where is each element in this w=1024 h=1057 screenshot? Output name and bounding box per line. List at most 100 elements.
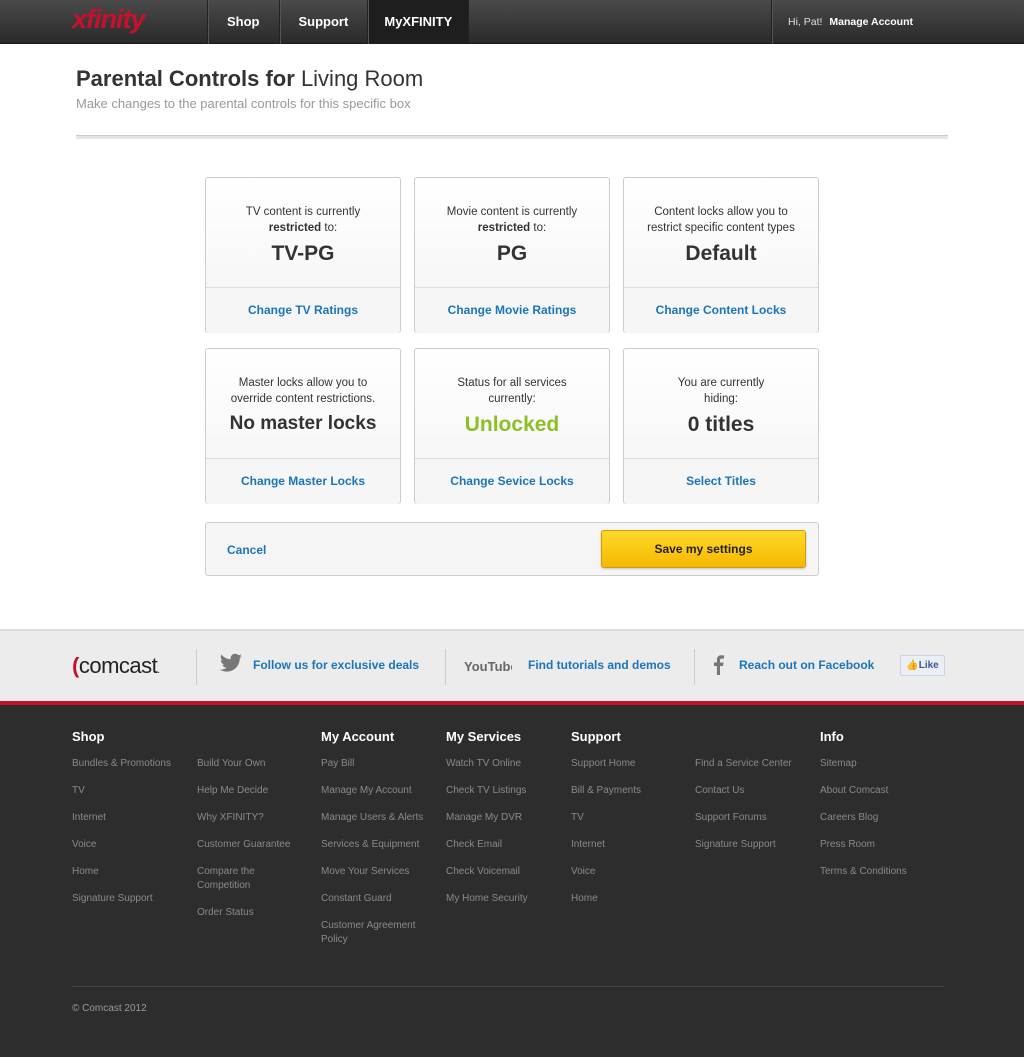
twitter-link[interactable]: Follow us for exclusive deals bbox=[253, 658, 419, 672]
save-settings-button[interactable]: Save my settings bbox=[601, 530, 806, 568]
footer-link[interactable]: Terms & Conditions bbox=[820, 865, 930, 879]
tv-rating-card: TV content is currently restricted to: TV… bbox=[205, 177, 401, 333]
footer-link[interactable]: Bundles & Promotions bbox=[72, 757, 182, 771]
footer-col-info: Info Sitemap About Comcast Careers Blog … bbox=[820, 729, 930, 892]
footer-link[interactable]: Support Forums bbox=[695, 811, 805, 825]
nav-myxfinity[interactable]: MyXFINITY bbox=[367, 0, 470, 44]
account-area: Hi, Pat! Manage Account bbox=[771, 0, 913, 44]
footer-link[interactable]: Signature Support bbox=[695, 838, 805, 852]
social-bar: (comcast. Follow us for exclusive deals … bbox=[0, 629, 1024, 701]
footer-link[interactable]: Press Room bbox=[820, 838, 930, 852]
footer-link[interactable]: Internet bbox=[571, 838, 681, 852]
footer-link[interactable]: Internet bbox=[72, 811, 182, 825]
facebook-icon[interactable] bbox=[712, 655, 724, 680]
footer-link[interactable]: Services & Equipment bbox=[321, 838, 431, 852]
footer-link[interactable]: Home bbox=[72, 865, 182, 879]
movie-rating-card: Movie content is currently restricted to:… bbox=[414, 177, 610, 333]
footer-link[interactable]: Check Voicemail bbox=[446, 865, 556, 879]
change-tv-ratings-link[interactable]: Change TV Ratings bbox=[206, 288, 400, 333]
master-locks-card: Master locks allow you to override conte… bbox=[205, 348, 401, 504]
footer-link[interactable]: Bill & Payments bbox=[571, 784, 681, 798]
footer-link[interactable]: About Comcast bbox=[820, 784, 930, 798]
footer-link[interactable]: Help Me Decide bbox=[197, 784, 307, 798]
footer-link[interactable]: Constant Guard bbox=[321, 892, 431, 906]
xfinity-logo[interactable]: xfinity bbox=[72, 4, 146, 35]
footer-col-support-2: Find a Service Center Contact Us Support… bbox=[695, 757, 805, 865]
facebook-link[interactable]: Reach out on Facebook bbox=[739, 658, 874, 672]
page-header: Parental Controls for Living Room Make c… bbox=[76, 66, 423, 111]
footer-link[interactable]: Customer Guarantee bbox=[197, 838, 307, 852]
footer-link[interactable]: Order Status bbox=[197, 906, 307, 920]
comcast-logo[interactable]: (comcast. bbox=[72, 653, 160, 679]
footer-link[interactable]: Pay Bill bbox=[321, 757, 431, 771]
footer-link[interactable]: TV bbox=[571, 811, 681, 825]
divider bbox=[445, 649, 446, 685]
footer-link[interactable]: Home bbox=[571, 892, 681, 906]
nav-menu: Shop Support MyXFINITY bbox=[207, 0, 470, 44]
footer-col-support: Support Support Home Bill & Payments TV … bbox=[571, 729, 681, 919]
footer-link[interactable]: Find a Service Center bbox=[695, 757, 805, 771]
change-master-locks-link[interactable]: Change Master Locks bbox=[206, 459, 400, 504]
master-locks-value: No master locks bbox=[229, 413, 377, 434]
footer-link[interactable]: Check Email bbox=[446, 838, 556, 852]
card-description: Movie content is currently restricted to: bbox=[446, 206, 578, 234]
nav-shop[interactable]: Shop bbox=[207, 0, 279, 44]
footer-link[interactable]: Manage Users & Alerts bbox=[321, 811, 431, 825]
youtube-link[interactable]: Find tutorials and demos bbox=[528, 658, 671, 672]
youtube-icon[interactable]: YouTube bbox=[464, 657, 518, 680]
footer-col-shop: Shop Bundles & Promotions TV Internet Vo… bbox=[72, 729, 182, 919]
footer-link[interactable]: Voice bbox=[72, 838, 182, 852]
divider bbox=[76, 135, 948, 139]
footer-link[interactable]: Voice bbox=[571, 865, 681, 879]
page-title-bold: Parental Controls for bbox=[76, 66, 295, 91]
footer-col-shop-2: Build Your Own Help Me Decide Why XFINIT… bbox=[197, 757, 307, 933]
footer-link[interactable]: Why XFINITY? bbox=[197, 811, 307, 825]
copyright: © Comcast 2012 bbox=[72, 1003, 147, 1014]
box-name: Living Room bbox=[300, 66, 424, 91]
footer-heading: My Services bbox=[446, 729, 522, 744]
card-description: Master locks allow you to override conte… bbox=[230, 377, 376, 405]
footer-heading: Support bbox=[571, 729, 621, 744]
footer-col-account: My Account Pay Bill Manage My Account Ma… bbox=[321, 729, 431, 960]
footer-link[interactable]: Customer Agreement Policy bbox=[321, 919, 421, 946]
footer-link[interactable]: Watch TV Online bbox=[446, 757, 556, 771]
movie-rating-value: PG bbox=[496, 242, 528, 265]
footer-link[interactable]: Compare the Competition bbox=[197, 865, 277, 892]
footer-link[interactable]: My Home Security bbox=[446, 892, 556, 906]
nav-support[interactable]: Support bbox=[278, 0, 368, 44]
content-locks-value: Default bbox=[685, 242, 757, 265]
tv-rating-value: TV-PG bbox=[271, 242, 335, 265]
footer-link[interactable]: Signature Support bbox=[72, 892, 182, 906]
change-movie-ratings-link[interactable]: Change Movie Ratings bbox=[415, 288, 609, 333]
thumbs-up-icon: 👍 bbox=[906, 660, 919, 671]
comcast-logo-mark: ( bbox=[72, 653, 79, 678]
facebook-like-button[interactable]: 👍Like bbox=[900, 655, 945, 676]
change-content-locks-link[interactable]: Change Content Locks bbox=[624, 288, 818, 333]
footer-link[interactable]: TV bbox=[72, 784, 182, 798]
manage-account-link[interactable]: Manage Account bbox=[829, 16, 913, 28]
divider bbox=[196, 649, 197, 685]
footer-col-services: My Services Watch TV Online Check TV Lis… bbox=[446, 729, 556, 919]
top-nav: xfinity Shop Support MyXFINITY Hi, Pat! … bbox=[0, 0, 1024, 44]
cancel-button[interactable]: Cancel bbox=[227, 543, 266, 557]
footer-link[interactable]: Move Your Services bbox=[321, 865, 431, 879]
footer-link[interactable]: Sitemap bbox=[820, 757, 930, 771]
footer-link[interactable]: Manage My Account bbox=[321, 784, 431, 798]
footer-heading: Info bbox=[820, 729, 844, 744]
footer-link[interactable]: Manage My DVR bbox=[446, 811, 556, 825]
hidden-titles-card: You are currently hiding: 0 titles Selec… bbox=[623, 348, 819, 504]
twitter-icon[interactable] bbox=[219, 653, 243, 680]
select-titles-link[interactable]: Select Titles bbox=[624, 459, 818, 504]
action-bar: Cancel Save my settings bbox=[205, 522, 819, 576]
footer-link[interactable]: Contact Us bbox=[695, 784, 805, 798]
footer-link[interactable]: Careers Blog bbox=[820, 811, 930, 825]
footer-link[interactable]: Check TV Listings bbox=[446, 784, 556, 798]
youtube-logo-text: YouTube bbox=[464, 659, 512, 674]
card-description: TV content is currently restricted to: bbox=[245, 206, 361, 234]
footer-link[interactable]: Support Home bbox=[571, 757, 681, 771]
footer-link[interactable]: Build Your Own bbox=[197, 757, 307, 771]
page-title: Parental Controls for Living Room bbox=[76, 66, 423, 92]
footer-divider bbox=[72, 986, 944, 987]
change-service-locks-link[interactable]: Change Sevice Locks bbox=[415, 459, 609, 504]
card-description: Status for all services currently: bbox=[457, 377, 567, 405]
